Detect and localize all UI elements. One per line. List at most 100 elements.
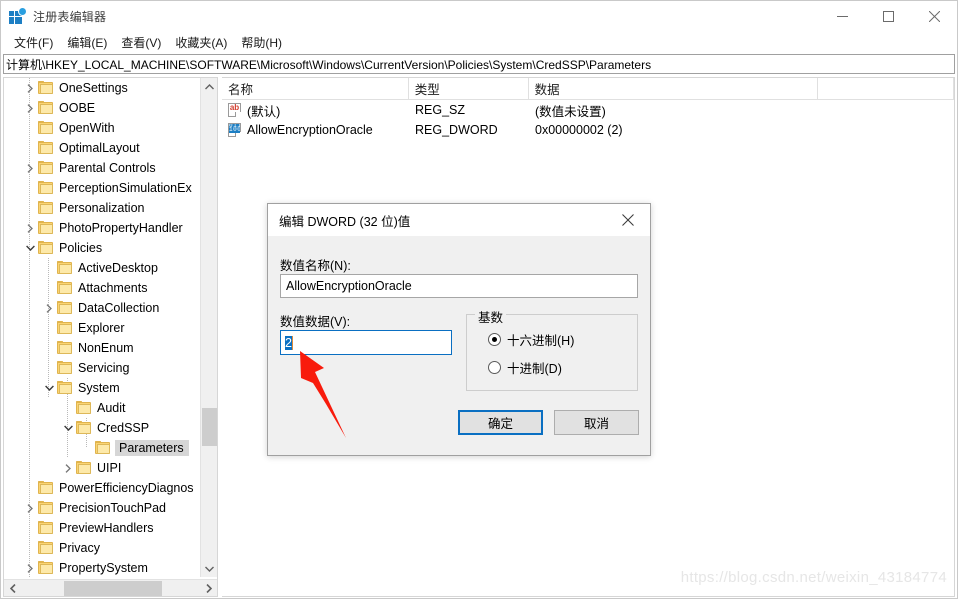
radio-hexadecimal[interactable]: 十六进制(H): [488, 330, 574, 349]
ok-button[interactable]: 确定: [458, 410, 543, 435]
menu-item-help[interactable]: 帮助(H): [234, 32, 289, 53]
tree-item[interactable]: Parental Controls: [4, 158, 200, 178]
tree-item[interactable]: PowerEfficiencyDiagnos: [4, 478, 200, 498]
menu-item-view[interactable]: 查看(V): [114, 32, 168, 53]
scroll-left-arrow[interactable]: [4, 580, 21, 596]
value-name-text: (默认): [247, 104, 281, 119]
tree-item[interactable]: OptimalLayout: [4, 138, 200, 158]
radio-decimal[interactable]: 十进制(D): [488, 358, 562, 377]
tree-item[interactable]: Privacy: [4, 538, 200, 558]
tree-item[interactable]: PrecisionTouchPad: [4, 498, 200, 518]
dialog-close-button[interactable]: [606, 204, 650, 235]
value-name-input[interactable]: AllowEncryptionOracle: [280, 274, 638, 298]
chevron-down-icon[interactable]: [60, 418, 76, 438]
tree-scroll-thumb[interactable]: [202, 408, 217, 446]
column-header-data[interactable]: 数据: [529, 78, 819, 99]
folder-icon: [38, 521, 54, 535]
tree-item[interactable]: OneSettings: [4, 78, 200, 98]
menu-item-favorites[interactable]: 收藏夹(A): [168, 32, 234, 53]
folder-icon: [38, 541, 54, 555]
tree-horizontal-scrollbar[interactable]: [4, 579, 217, 596]
folder-icon: [57, 261, 73, 275]
tree-item-selected[interactable]: Parameters: [4, 438, 200, 458]
folder-icon: [76, 461, 92, 475]
tree-item[interactable]: Explorer: [4, 318, 200, 338]
value-data-cell: (数值未设置): [535, 104, 606, 119]
folder-icon: [57, 341, 73, 355]
tree-item[interactable]: DataCollection: [4, 298, 200, 318]
tree-item[interactable]: Policies: [4, 238, 200, 258]
tree-item[interactable]: Attachments: [4, 278, 200, 298]
values-list[interactable]: ab (默认) REG_SZ (数值未设置) 011100 AllowEncryption…: [222, 100, 954, 140]
tree-item[interactable]: System: [4, 378, 200, 398]
tree-item-label: Policies: [59, 241, 103, 255]
column-header-type[interactable]: 类型: [409, 78, 529, 99]
scroll-up-arrow[interactable]: [201, 78, 217, 95]
folder-icon: [38, 121, 54, 135]
string-value-icon: ab: [227, 102, 243, 118]
tree-item[interactable]: PropertySystem: [4, 558, 200, 577]
chevron-right-icon[interactable]: [60, 458, 76, 478]
tree-item-label: Servicing: [78, 361, 130, 375]
cancel-button[interactable]: 取消: [554, 410, 639, 435]
tree-item[interactable]: Personalization: [4, 198, 200, 218]
address-bar[interactable]: 计算机\HKEY_LOCAL_MACHINE\SOFTWARE\Microsof…: [3, 54, 955, 74]
tree-item-label: Audit: [97, 401, 126, 415]
chevron-right-icon[interactable]: [22, 498, 38, 518]
tree-item[interactable]: OpenWith: [4, 118, 200, 138]
tree-item-label: Attachments: [78, 281, 148, 295]
tree-item[interactable]: Servicing: [4, 358, 200, 378]
tree-hscroll-thumb[interactable]: [64, 581, 162, 596]
registry-editor-window: 注册表编辑器 文件(F) 编辑(E) 查看(V) 收藏夹(A) 帮助(H) 计算…: [0, 0, 958, 599]
tree-item-label: PhotoPropertyHandler: [59, 221, 183, 235]
scroll-down-arrow[interactable]: [201, 560, 217, 577]
registry-editor-icon: [9, 7, 26, 25]
window-title: 注册表编辑器: [33, 10, 107, 24]
tree-item[interactable]: CredSSP: [4, 418, 200, 438]
menu-item-edit[interactable]: 编辑(E): [60, 32, 114, 53]
base-group: 基数 十六进制(H) 十进制(D): [466, 307, 638, 391]
chevron-right-icon[interactable]: [22, 218, 38, 238]
scroll-right-arrow[interactable]: [200, 580, 217, 596]
chevron-right-icon[interactable]: [22, 78, 38, 98]
radio-hexadecimal-indicator: [488, 333, 501, 346]
folder-icon: [38, 481, 54, 495]
chevron-right-icon[interactable]: [22, 98, 38, 118]
tree-item[interactable]: PreviewHandlers: [4, 518, 200, 538]
dialog-title-bar: 编辑 DWORD (32 位)值: [268, 204, 650, 236]
tree-item[interactable]: UIPI: [4, 458, 200, 478]
registry-tree[interactable]: OneSettings OOBE OpenWith OptimalLayout Pare…: [4, 78, 200, 577]
tree-item-label: DataCollection: [78, 301, 160, 315]
minimize-button[interactable]: [819, 1, 865, 32]
values-column-header: 名称 类型 数据: [222, 78, 954, 100]
tree-item[interactable]: PerceptionSimulationEx: [4, 178, 200, 198]
chevron-right-icon[interactable]: [41, 298, 57, 318]
chevron-down-icon[interactable]: [22, 238, 38, 258]
close-button[interactable]: [911, 1, 957, 32]
value-row[interactable]: ab (默认) REG_SZ (数值未设置): [222, 100, 954, 120]
dialog-title: 编辑 DWORD (32 位)值: [279, 214, 411, 229]
tree-item[interactable]: ActiveDesktop: [4, 258, 200, 278]
value-name-label: 数值名称(N):: [280, 259, 351, 273]
menu-bar: 文件(F) 编辑(E) 查看(V) 收藏夹(A) 帮助(H): [1, 32, 957, 53]
chevron-right-icon[interactable]: [22, 558, 38, 577]
value-row[interactable]: 011100 AllowEncryptionOracle REG_DWORD 0x00…: [222, 120, 954, 140]
value-name-cell: 011100 AllowEncryptionOracle: [227, 120, 373, 140]
maximize-button[interactable]: [865, 1, 911, 32]
tree-item[interactable]: Audit: [4, 398, 200, 418]
tree-item-label: Parental Controls: [59, 161, 156, 175]
tree-item[interactable]: OOBE: [4, 98, 200, 118]
tree-item[interactable]: NonEnum: [4, 338, 200, 358]
value-type-cell: REG_SZ: [415, 103, 466, 117]
chevron-right-icon[interactable]: [22, 158, 38, 178]
tree-item[interactable]: PhotoPropertyHandler: [4, 218, 200, 238]
menu-item-file[interactable]: 文件(F): [7, 32, 60, 53]
tree-vertical-scrollbar[interactable]: [200, 78, 217, 577]
chevron-down-icon[interactable]: [41, 378, 57, 398]
column-header-name[interactable]: 名称: [222, 78, 409, 99]
